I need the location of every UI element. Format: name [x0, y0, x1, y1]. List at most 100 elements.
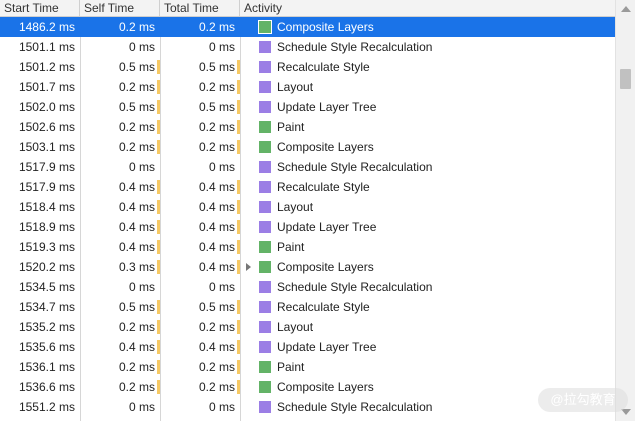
self-time-cell: 0.5 ms [80, 97, 160, 117]
total-time-value: 0 ms [208, 40, 235, 54]
total-time-cell: 0.5 ms [160, 97, 240, 117]
table-row[interactable]: 1517.9 ms 0 ms 0 ms Schedule Style Recalcul… [0, 157, 615, 177]
activity-label: Composite Layers [277, 380, 374, 394]
total-time-cell: 0.4 ms [160, 197, 240, 217]
table-row[interactable]: 1536.6 ms 0.2 ms 0.2 ms Composite Layers [0, 377, 615, 397]
activity-label: Paint [277, 360, 305, 374]
start-time-cell: 1502.0 ms [18, 100, 75, 114]
self-time-value: 0.5 ms [118, 60, 155, 74]
self-time-cell: 0.2 ms [80, 137, 160, 157]
activity-label: Schedule Style Recalculation [277, 400, 433, 414]
total-time-value: 0.4 ms [198, 180, 235, 194]
table-row[interactable]: 1534.7 ms 0.5 ms 0.5 ms Recalculate Style [0, 297, 615, 317]
table-row[interactable]: 1535.6 ms 0.4 ms 0.4 ms Update Layer Tree [0, 337, 615, 357]
total-time-cell: 0.4 ms [160, 337, 240, 357]
column-header-self-time[interactable]: Self Time [80, 0, 160, 16]
table-row[interactable]: 1534.5 ms 0 ms 0 ms Schedule Style Recalcul… [0, 277, 615, 297]
activity-label: Schedule Style Recalculation [277, 280, 433, 294]
activity-cell: Composite Layers [240, 137, 615, 157]
column-header-start-time[interactable]: Start Time [0, 0, 80, 16]
total-time-value: 0.5 ms [198, 100, 235, 114]
self-time-cell: 0.5 ms [80, 57, 160, 77]
total-time-value: 0.4 ms [198, 260, 235, 274]
table-row[interactable]: 1501.7 ms 0.2 ms 0.2 ms Layout [0, 77, 615, 97]
self-time-cell: 0.4 ms [80, 237, 160, 257]
category-color-swatch [259, 381, 271, 393]
table-header: Start Time Self Time Total Time Activity [0, 0, 615, 17]
activity-cell: Paint [240, 357, 615, 377]
column-header-total-time[interactable]: Total Time [160, 0, 240, 16]
total-time-value: 0.5 ms [198, 60, 235, 74]
category-color-swatch [259, 181, 271, 193]
total-time-cell: 0 ms [160, 277, 240, 297]
start-time-cell: 1502.6 ms [18, 120, 75, 134]
self-time-cell: 0.4 ms [80, 177, 160, 197]
table-row[interactable]: 1486.2 ms 0.2 ms 0.2 ms Composite Layers [0, 17, 615, 37]
table-row[interactable]: 1535.2 ms 0.2 ms 0.2 ms Layout [0, 317, 615, 337]
start-time-cell: 1517.9 ms [18, 160, 75, 174]
table-row[interactable]: 1518.4 ms 0.4 ms 0.4 ms Layout [0, 197, 615, 217]
activity-label: Paint [277, 240, 305, 254]
self-time-cell: 0.2 ms [80, 117, 160, 137]
category-color-swatch [259, 121, 271, 133]
self-time-value: 0.2 ms [118, 140, 155, 154]
column-header-activity[interactable]: Activity [240, 0, 615, 16]
table-row[interactable]: 1517.9 ms 0.4 ms 0.4 ms Recalculate Style [0, 177, 615, 197]
total-time-cell: 0.4 ms [160, 177, 240, 197]
category-color-swatch [259, 261, 271, 273]
total-time-cell: 0.2 ms [160, 137, 240, 157]
self-time-value: 0.2 ms [118, 120, 155, 134]
start-time-cell: 1519.3 ms [18, 240, 75, 254]
start-time-cell: 1503.1 ms [18, 140, 75, 154]
activity-label: Paint [277, 120, 305, 134]
self-time-value: 0.2 ms [118, 320, 155, 334]
self-time-value: 0.2 ms [118, 380, 155, 394]
category-color-swatch [259, 281, 271, 293]
total-time-value: 0.2 ms [198, 320, 235, 334]
table-row[interactable]: 1502.0 ms 0.5 ms 0.5 ms Update Layer Tree [0, 97, 615, 117]
activity-cell: Update Layer Tree [240, 337, 615, 357]
activity-cell: Composite Layers [240, 257, 615, 277]
activity-label: Composite Layers [277, 20, 374, 34]
self-time-value: 0 ms [128, 280, 155, 294]
table-body: 1486.2 ms 0.2 ms 0.2 ms Composite Layers 150… [0, 17, 615, 417]
event-log-table: Start Time Self Time Total Time Activity… [0, 0, 615, 421]
table-row[interactable]: 1536.1 ms 0.2 ms 0.2 ms Paint [0, 357, 615, 377]
activity-label: Update Layer Tree [277, 340, 377, 354]
total-time-value: 0.2 ms [198, 360, 235, 374]
vertical-scrollbar[interactable] [615, 0, 635, 421]
self-time-value: 0.2 ms [118, 360, 155, 374]
activity-cell: Layout [240, 77, 615, 97]
start-time-cell: 1517.9 ms [18, 180, 75, 194]
table-row[interactable]: 1501.1 ms 0 ms 0 ms Schedule Style Recalcul… [0, 37, 615, 57]
category-color-swatch [259, 221, 271, 233]
self-time-cell: 0.2 ms [80, 357, 160, 377]
total-time-value: 0.5 ms [198, 300, 235, 314]
table-row[interactable]: 1519.3 ms 0.4 ms 0.4 ms Paint [0, 237, 615, 257]
self-time-cell: 0.2 ms [80, 377, 160, 397]
table-row[interactable]: 1520.2 ms 0.3 ms 0.4 ms Composite Layers [0, 257, 615, 277]
table-row[interactable]: 1551.2 ms 0 ms 0 ms Schedule Style Recalcul… [0, 397, 615, 417]
category-color-swatch [258, 20, 272, 34]
scrollbar-thumb[interactable] [620, 69, 631, 89]
scroll-up-arrow-icon[interactable] [621, 6, 631, 12]
total-time-value: 0.2 ms [198, 140, 235, 154]
table-row[interactable]: 1501.2 ms 0.5 ms 0.5 ms Recalculate Style [0, 57, 615, 77]
total-time-value: 0.2 ms [198, 380, 235, 394]
total-time-cell: 0.2 ms [160, 317, 240, 337]
start-time-cell: 1520.2 ms [18, 260, 75, 274]
start-time-cell: 1534.7 ms [18, 300, 75, 314]
self-time-cell: 0.4 ms [80, 217, 160, 237]
total-time-value: 0.4 ms [198, 220, 235, 234]
table-row[interactable]: 1503.1 ms 0.2 ms 0.2 ms Composite Layers [0, 137, 615, 157]
table-row[interactable]: 1518.9 ms 0.4 ms 0.4 ms Update Layer Tree [0, 217, 615, 237]
activity-label: Layout [277, 80, 314, 94]
total-time-cell: 0.4 ms [160, 237, 240, 257]
start-time-cell: 1535.2 ms [18, 320, 75, 334]
table-row[interactable]: 1502.6 ms 0.2 ms 0.2 ms Paint [0, 117, 615, 137]
expand-triangle-icon[interactable] [246, 263, 251, 271]
activity-cell: Paint [240, 117, 615, 137]
total-time-value: 0 ms [208, 160, 235, 174]
start-time-cell: 1518.9 ms [18, 220, 75, 234]
total-time-cell: 0.2 ms [160, 357, 240, 377]
